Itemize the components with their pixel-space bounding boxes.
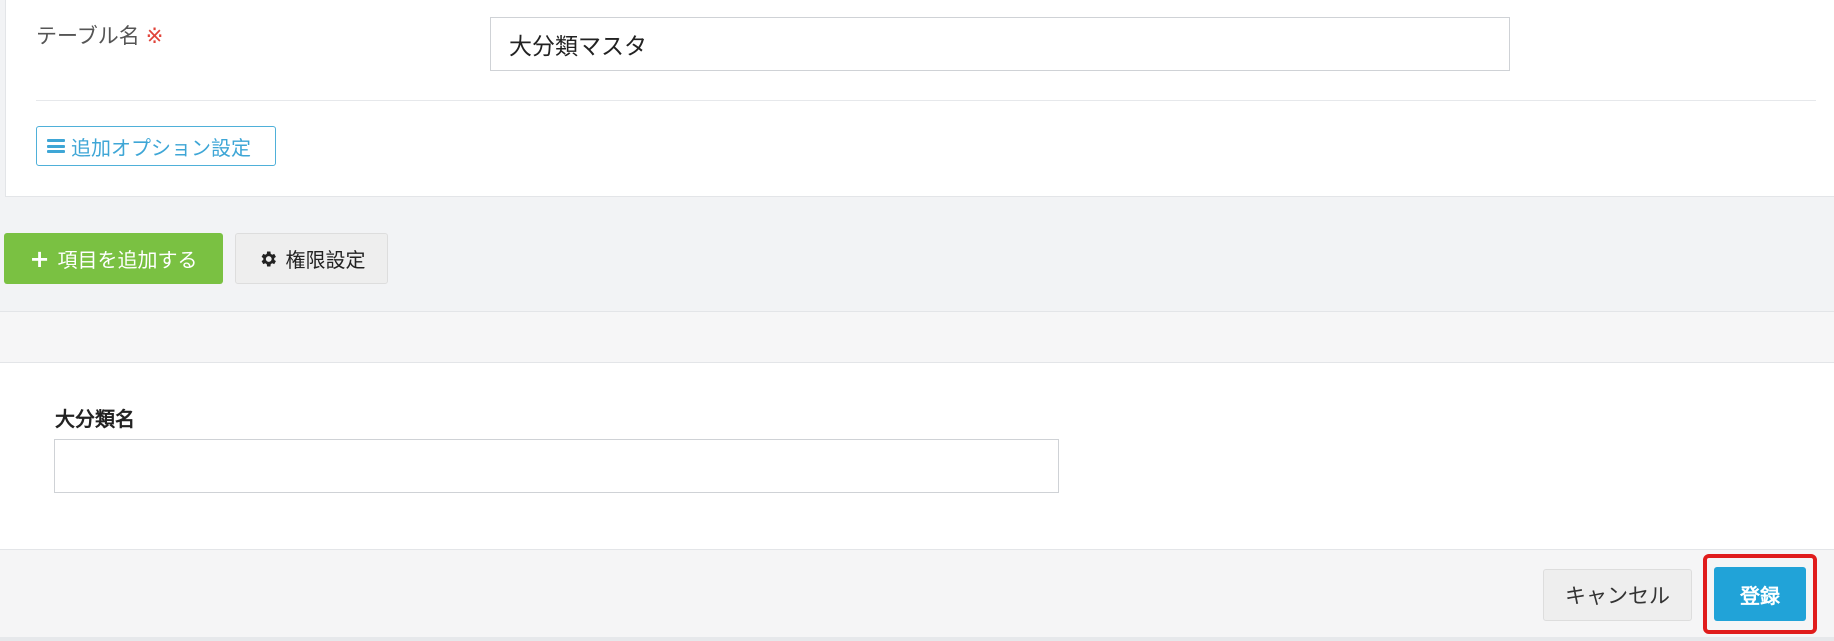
required-mark: ※ <box>145 24 164 48</box>
additional-options-label: 追加オプション設定 <box>71 135 251 160</box>
bottom-edge <box>0 637 1834 641</box>
add-item-label: 項目を追加する <box>57 248 198 272</box>
spacer-band <box>0 311 1834 363</box>
gear-icon <box>261 251 276 266</box>
add-item-button[interactable]: + 項目を追加する <box>4 233 223 284</box>
category-name-label: 大分類名 <box>55 407 135 431</box>
table-settings-panel: テーブル名※ 追加オプション設定 <box>5 0 1834 197</box>
register-button[interactable]: 登録 <box>1714 567 1806 621</box>
category-name-input[interactable] <box>54 439 1059 493</box>
permission-settings-label: 権限設定 <box>285 248 366 272</box>
divider <box>36 100 1816 101</box>
additional-options-button[interactable]: 追加オプション設定 <box>36 126 276 166</box>
table-name-label-text: テーブル名 <box>36 24 140 48</box>
cancel-button[interactable]: キャンセル <box>1543 569 1692 621</box>
toolbar: + 項目を追加する 権限設定 <box>0 197 1834 311</box>
table-name-input[interactable] <box>490 17 1510 71</box>
form-area: 大分類名 <box>0 363 1834 549</box>
bars-icon <box>47 139 65 153</box>
permission-settings-button[interactable]: 権限設定 <box>235 233 388 284</box>
plus-icon: + <box>29 244 50 273</box>
table-name-label: テーブル名 ※ <box>36 20 163 50</box>
footer: キャンセル 登録 <box>0 549 1834 641</box>
